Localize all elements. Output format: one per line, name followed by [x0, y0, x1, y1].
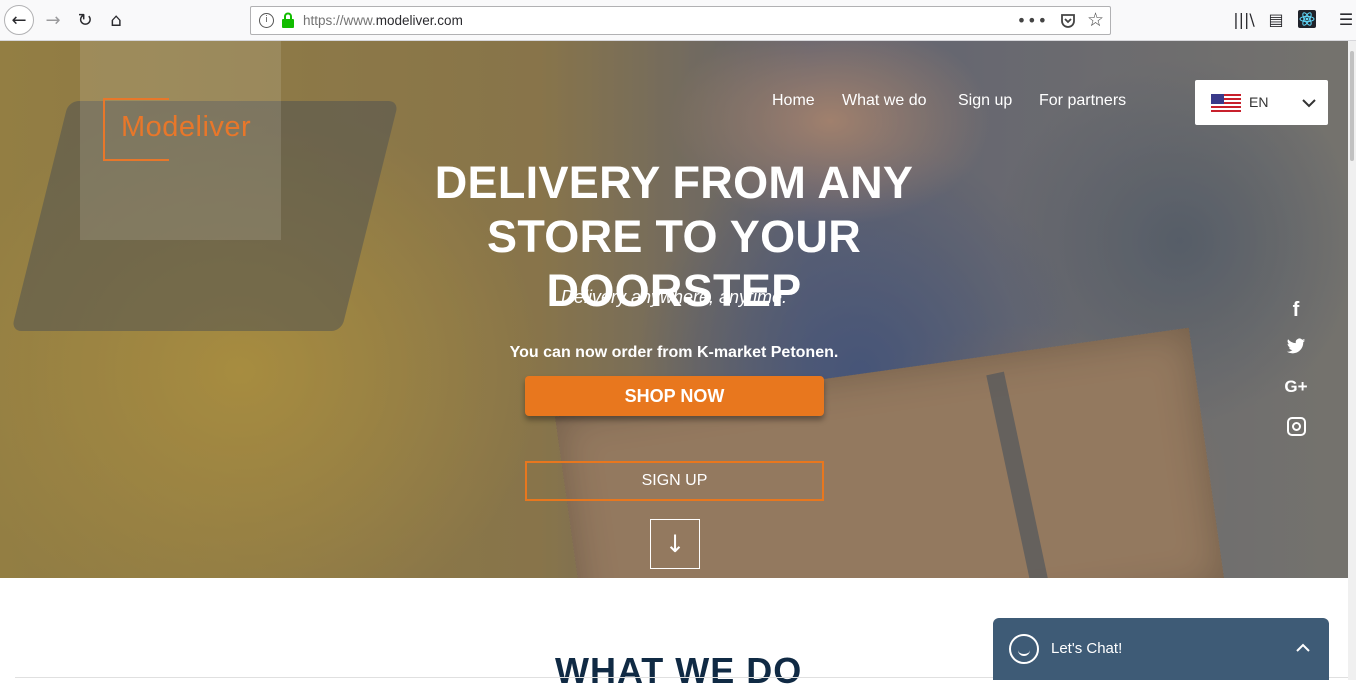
reload-icon[interactable]: ↻	[70, 5, 100, 35]
sign-up-button[interactable]: SIGN UP	[525, 461, 824, 501]
instagram-icon[interactable]	[1287, 417, 1306, 436]
shop-now-button[interactable]: SHOP NOW	[525, 376, 824, 416]
order-note: You can now order from K-market Petonen.	[509, 344, 839, 361]
sidebar-icon[interactable]: ▤	[1264, 8, 1288, 32]
pocket-icon[interactable]	[1060, 13, 1076, 29]
bookmark-star-icon[interactable]: ☆	[1087, 9, 1104, 31]
us-flag-icon	[1211, 94, 1241, 112]
nav-home[interactable]: Home	[772, 92, 815, 110]
back-icon[interactable]: ←	[4, 5, 34, 35]
google-plus-icon[interactable]: G+	[1282, 375, 1310, 399]
nav-for-partners[interactable]: For partners	[1039, 92, 1126, 110]
hamburger-menu-icon[interactable]: ☰	[1334, 8, 1356, 32]
react-devtools-icon[interactable]	[1298, 10, 1316, 28]
hero-headline-line-1: DELIVERY FROM ANY	[434, 157, 914, 208]
url-text[interactable]: https://www.modeliver.com	[303, 13, 463, 28]
site-info-icon[interactable]: i	[259, 13, 274, 28]
library-icon[interactable]: |||\	[1232, 8, 1256, 32]
nav-sign-up[interactable]: Sign up	[958, 92, 1012, 110]
section-title-what-we-do: WHAT WE DO	[555, 650, 803, 691]
chat-label: Let's Chat!	[1051, 640, 1123, 657]
scrollbar-thumb[interactable]	[1350, 51, 1354, 161]
nav-what-we-do[interactable]: What we do	[842, 92, 926, 110]
chat-widget[interactable]: Let's Chat!	[993, 618, 1329, 680]
home-icon[interactable]: ⌂	[101, 5, 131, 35]
facebook-icon[interactable]: f	[1282, 298, 1310, 322]
scroll-down-icon[interactable]: ↓	[650, 519, 700, 569]
lock-icon	[282, 12, 294, 28]
url-domain: modeliver.com	[375, 13, 463, 28]
hero-tagline: Delivery anywhere, anytime.	[560, 287, 788, 307]
language-code: EN	[1249, 94, 1269, 110]
chevron-down-icon	[1302, 99, 1316, 108]
smiley-chat-icon	[1009, 634, 1039, 664]
url-prefix: https://www.	[303, 13, 376, 28]
forward-icon[interactable]: →	[38, 5, 68, 35]
twitter-icon[interactable]	[1286, 338, 1306, 356]
hero-section: Modeliver Home What we do Sign up For pa…	[0, 41, 1348, 578]
page-actions-icon[interactable]: •••	[1017, 11, 1048, 30]
url-bar[interactable]: i https://www.modeliver.com ••• ☆	[250, 6, 1111, 35]
chevron-up-icon[interactable]	[1295, 643, 1311, 653]
site-logo[interactable]: Modeliver	[121, 111, 251, 144]
browser-toolbar: ← → ↻ ⌂ i https://www.modeliver.com ••• …	[0, 0, 1356, 41]
language-selector[interactable]: EN	[1195, 80, 1328, 125]
page-scrollbar[interactable]	[1348, 41, 1356, 680]
